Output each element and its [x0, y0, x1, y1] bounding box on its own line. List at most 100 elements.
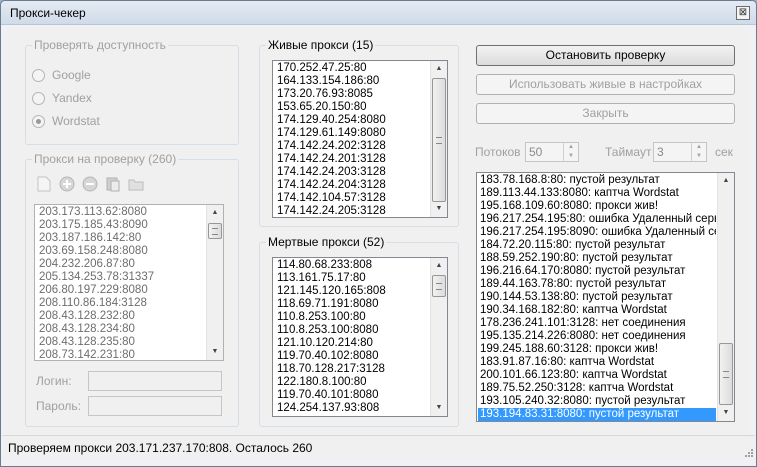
log-item[interactable]: 195.168.109.60:8080: прокси жив!: [478, 200, 716, 213]
list-item[interactable]: 174.142.24.202:3128: [275, 140, 429, 153]
log-item[interactable]: 195.135.214.226:8080: нет соединения: [478, 330, 716, 343]
proxies-to-check-list[interactable]: 203.173.113.62:8080 203.175.185.43:8090 20…: [34, 204, 224, 361]
list-item[interactable]: 174.129.40.254:8080: [275, 114, 429, 127]
alive-proxies-items: 170.252.47.25:80 164.133.154.186:80 173.20…: [275, 62, 429, 217]
list-item[interactable]: 113.161.75.17:80: [275, 272, 429, 285]
list-item[interactable]: 208.43.128.234:80: [37, 323, 205, 336]
list-item[interactable]: 174.142.24.201:3128: [275, 153, 429, 166]
log-item[interactable]: 196.217.254.195:80: ошибка Удаленный сер…: [478, 213, 716, 226]
list-item[interactable]: 174.142.24.204:3128: [275, 179, 429, 192]
close-icon[interactable]: ⊠: [736, 6, 750, 20]
list-item[interactable]: 173.20.76.93:8085: [275, 88, 429, 101]
new-file-icon[interactable]: [34, 174, 54, 194]
list-item[interactable]: 110.8.253.100:80: [275, 311, 429, 324]
list-item[interactable]: 208.110.86.184:3128: [37, 297, 205, 310]
spin-up-icon[interactable]: ▲: [692, 143, 706, 152]
list-item[interactable]: 206.80.197.229:8080: [37, 284, 205, 297]
log-item[interactable]: 189.75.52.250:3128: каптча Wordstat: [478, 382, 716, 395]
spin-up-icon[interactable]: ▲: [564, 143, 578, 152]
list-item[interactable]: 170.252.47.25:80: [275, 62, 429, 75]
log-item[interactable]: 193.194.83.31:8080: пустой результат: [478, 408, 716, 421]
list-item[interactable]: 121.145.120.165:808: [275, 285, 429, 298]
list-item[interactable]: 203.69.158.248:8080: [37, 245, 205, 258]
stop-check-button[interactable]: Остановить проверку: [476, 45, 735, 66]
alive-proxies-scrollbar[interactable]: ▲ ▼: [430, 61, 447, 217]
scroll-thumb[interactable]: [432, 78, 446, 202]
log-item[interactable]: 199.245.188.60:3128: прокси жив!: [478, 343, 716, 356]
log-item[interactable]: 178.236.241.101:3128: нет соединения: [478, 317, 716, 330]
proxies-to-check-scrollbar[interactable]: ▲ ▼: [206, 205, 223, 360]
radio-google[interactable]: Google: [32, 68, 91, 82]
list-item[interactable]: 122.180.8.100:80: [275, 376, 429, 389]
timeout-spin-buttons[interactable]: ▲ ▼: [691, 143, 706, 161]
list-item[interactable]: 164.133.154.186:80: [275, 75, 429, 88]
timeout-stepper[interactable]: 3 ▲ ▼: [653, 142, 707, 162]
paste-icon[interactable]: [103, 174, 123, 194]
list-item[interactable]: 174.142.104.57:3128: [275, 192, 429, 205]
use-alive-button[interactable]: Использовать живые в настройках: [476, 74, 735, 95]
log-item[interactable]: 196.216.64.170:8080: пустой результат: [478, 265, 716, 278]
log-item[interactable]: 193.105.240.32:8080: пустой результат: [478, 395, 716, 408]
list-item[interactable]: 118.70.128.217:3128: [275, 363, 429, 376]
close-button[interactable]: Закрыть: [476, 103, 735, 124]
list-item[interactable]: 208.43.128.232:80: [37, 310, 205, 323]
login-field[interactable]: [88, 371, 222, 391]
list-item[interactable]: 203.175.185.43:8090: [37, 219, 205, 232]
scroll-down-icon[interactable]: ▼: [207, 344, 223, 360]
list-item[interactable]: 119.70.40.101:8080: [275, 389, 429, 402]
scroll-thumb[interactable]: [719, 343, 733, 405]
log-item[interactable]: 189.44.163.78:80: пустой результат: [478, 278, 716, 291]
remove-icon[interactable]: [80, 174, 100, 194]
scroll-thumb[interactable]: [432, 275, 446, 297]
threads-stepper[interactable]: 50 ▲ ▼: [525, 142, 579, 162]
list-item[interactable]: 119.70.40.102:8080: [275, 350, 429, 363]
threads-spin-buttons[interactable]: ▲ ▼: [563, 143, 578, 161]
radio-yandex-label: Yandex: [52, 91, 92, 105]
list-item[interactable]: 203.173.113.62:8080: [37, 206, 205, 219]
scroll-down-icon[interactable]: ▼: [431, 201, 447, 217]
spin-down-icon[interactable]: ▼: [564, 152, 578, 161]
log-item[interactable]: 189.113.44.133:8080: каптча Wordstat: [478, 187, 716, 200]
scroll-up-icon[interactable]: ▲: [207, 205, 223, 221]
scroll-up-icon[interactable]: ▲: [718, 173, 734, 189]
list-item[interactable]: 204.232.206.87:80: [37, 258, 205, 271]
scroll-up-icon[interactable]: ▲: [431, 61, 447, 77]
scroll-up-icon[interactable]: ▲: [431, 258, 447, 274]
radio-wordstat[interactable]: Wordstat: [32, 114, 100, 128]
scroll-down-icon[interactable]: ▼: [431, 400, 447, 416]
list-item[interactable]: 124.254.137.93:808: [275, 402, 429, 415]
dead-proxies-scrollbar[interactable]: ▲ ▼: [430, 258, 447, 416]
list-item[interactable]: 110.8.253.100:8080: [275, 324, 429, 337]
dead-proxies-list[interactable]: 114.80.68.233:808 113.161.75.17:80 121.145…: [272, 257, 448, 417]
radio-yandex[interactable]: Yandex: [32, 91, 92, 105]
log-item[interactable]: 188.59.252.190:80: пустой результат: [478, 252, 716, 265]
list-item[interactable]: 174.142.24.205:3128: [275, 205, 429, 217]
list-item[interactable]: 118.69.71.191:8080: [275, 298, 429, 311]
scroll-thumb[interactable]: [208, 223, 222, 239]
check-log-list[interactable]: 183.78.168.8:80: пустой результат 189.113…: [476, 172, 735, 422]
log-item[interactable]: 196.217.254.195:8090: ошибка Удаленный с…: [478, 226, 716, 239]
check-log-scrollbar[interactable]: ▲ ▼: [717, 173, 734, 421]
add-icon[interactable]: [57, 174, 77, 194]
list-item[interactable]: 121.10.120.214:80: [275, 337, 429, 350]
log-item[interactable]: 183.78.168.8:80: пустой результат: [478, 174, 716, 187]
log-item[interactable]: 184.72.20.115:80: пустой результат: [478, 239, 716, 252]
list-item[interactable]: 153.65.20.150:80: [275, 101, 429, 114]
scroll-down-icon[interactable]: ▼: [718, 405, 734, 421]
list-item[interactable]: 208.73.142.231:80: [37, 349, 205, 360]
spin-down-icon[interactable]: ▼: [692, 152, 706, 161]
log-item[interactable]: 190.144.53.138:80: пустой результат: [478, 291, 716, 304]
list-item[interactable]: 208.43.128.235:80: [37, 336, 205, 349]
log-item[interactable]: 190.34.168.182:80: каптча Wordstat: [478, 304, 716, 317]
log-item[interactable]: 200.101.66.123:80: каптча Wordstat: [478, 369, 716, 382]
folder-icon[interactable]: [126, 174, 146, 194]
list-item[interactable]: 174.142.24.203:3128: [275, 166, 429, 179]
list-item[interactable]: 203.187.186.142:80: [37, 232, 205, 245]
password-field[interactable]: [88, 396, 222, 416]
list-item[interactable]: 114.80.68.233:808: [275, 259, 429, 272]
log-item[interactable]: 183.91.87.16:80: каптча Wordstat: [478, 356, 716, 369]
alive-proxies-list[interactable]: 170.252.47.25:80 164.133.154.186:80 173.20…: [272, 60, 448, 218]
resize-grip-icon[interactable]: [743, 447, 753, 457]
list-item[interactable]: 174.129.61.149:8080: [275, 127, 429, 140]
list-item[interactable]: 205.134.253.78:31337: [37, 271, 205, 284]
